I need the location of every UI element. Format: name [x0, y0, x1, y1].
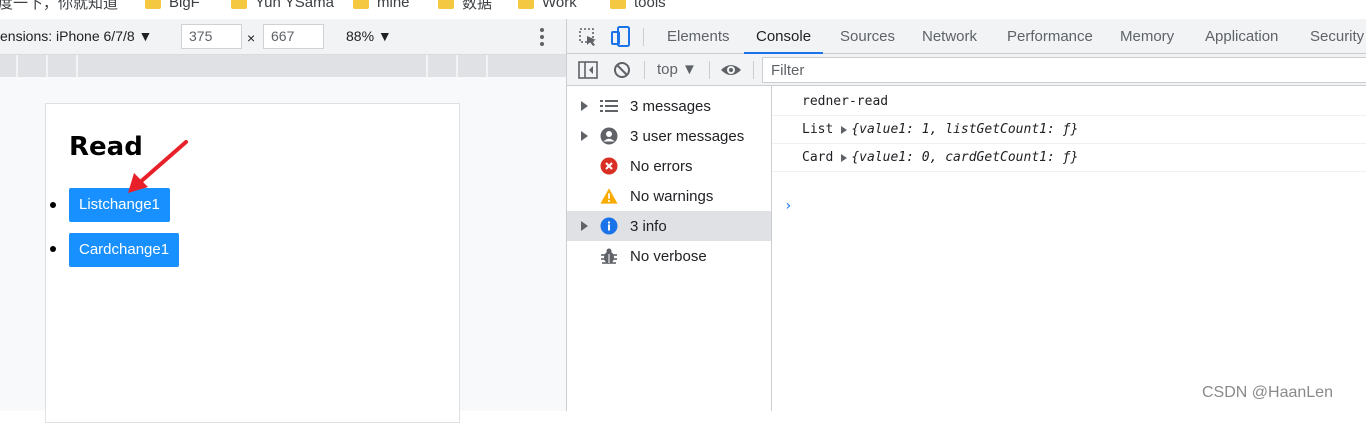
ruler-divider: [16, 55, 18, 77]
folder-icon: [610, 0, 626, 9]
expand-arrow-icon[interactable]: [841, 125, 848, 134]
ruler-divider: [426, 55, 428, 77]
list-bullet: [50, 246, 56, 252]
list-bullet: [50, 202, 56, 208]
folder-icon: [145, 0, 161, 9]
toolbar-separator: [644, 61, 645, 79]
context-selector[interactable]: top ▼: [657, 61, 697, 78]
sidebar-item-label: 3 messages: [630, 97, 711, 115]
ruler-divider: [486, 55, 488, 77]
sidebar-item-info[interactable]: 3 info: [567, 211, 771, 241]
device-select[interactable]: ensions: iPhone 6/7/8 ▼: [0, 28, 152, 44]
sidebar-toggle-icon[interactable]: [578, 61, 598, 82]
bookmark-folder[interactable]: tools: [610, 0, 666, 12]
sidebar-item-label: 3 info: [630, 217, 667, 235]
tab-memory[interactable]: Memory: [1108, 19, 1186, 54]
sidebar-item-errors[interactable]: No errors: [567, 151, 771, 181]
clear-console-icon[interactable]: [613, 61, 631, 82]
console-message[interactable]: redner-read: [772, 88, 1366, 116]
emulated-page: Read Listchange1 Cardchange1: [45, 103, 460, 423]
bookmark-label: BigF: [169, 0, 200, 11]
kebab-icon[interactable]: [536, 27, 548, 47]
watermark: CSDN @HaanLen: [1202, 384, 1333, 401]
folder-icon: [231, 0, 247, 9]
inspect-icon[interactable]: [578, 27, 598, 50]
tab-elements[interactable]: Elements: [655, 19, 742, 54]
expand-arrow-icon[interactable]: [581, 131, 588, 141]
sidebar-item-user-messages[interactable]: 3 user messages: [567, 121, 771, 151]
folder-icon: [518, 0, 534, 9]
tab-console[interactable]: Console: [744, 19, 824, 54]
tab-performance[interactable]: Performance: [995, 19, 1105, 54]
error-icon: [600, 157, 618, 175]
device-viewport: Read Listchange1 Cardchange1: [0, 77, 566, 423]
width-input[interactable]: 375: [181, 24, 242, 49]
expand-arrow-icon[interactable]: [581, 221, 588, 231]
log-object[interactable]: {value1: 1, listGetCount1: ƒ}: [851, 122, 1078, 137]
console-toolbar: top ▼ Filter: [567, 54, 1366, 86]
tab-application[interactable]: Application: [1193, 19, 1290, 54]
tab-security[interactable]: Security: [1298, 19, 1366, 54]
bookmark-label: Work: [542, 0, 577, 11]
eye-icon[interactable]: [720, 61, 742, 82]
sidebar-item-warnings[interactable]: No warnings: [567, 181, 771, 211]
expand-arrow-icon[interactable]: [581, 101, 588, 111]
bookmarks-bar: 度一下，你就知道 BigF Yun YSama mine 数据 Work too…: [0, 0, 1366, 19]
ruler-divider: [46, 55, 48, 77]
filter-input[interactable]: Filter: [762, 57, 1366, 83]
bookmark-label: 数据: [462, 0, 493, 12]
bookmark-folder[interactable]: mine: [353, 0, 410, 12]
bookmark-label: tools: [634, 0, 666, 11]
info-icon: [600, 217, 618, 235]
times-sign: ×: [247, 30, 256, 46]
expand-arrow-icon[interactable]: [841, 153, 848, 162]
bookmark-folder[interactable]: BigF: [145, 0, 200, 12]
list-icon: [600, 97, 618, 115]
tab-network[interactable]: Network: [910, 19, 989, 54]
height-input[interactable]: 667: [263, 24, 324, 49]
bookmark-item[interactable]: 度一下，你就知道: [0, 0, 118, 12]
device-toolbar: ensions: iPhone 6/7/8 ▼ 375 × 667 88% ▼: [0, 19, 566, 55]
cardchange-button[interactable]: Cardchange1: [69, 233, 180, 267]
console-output: redner-read List {value1: 1, listGetCoun…: [772, 86, 1366, 411]
device-toggle-icon[interactable]: [611, 26, 631, 51]
bookmark-label: Yun YSama: [255, 0, 334, 11]
toolbar-separator: [643, 28, 644, 46]
user-icon: [600, 127, 618, 145]
log-text: List: [802, 122, 834, 137]
bookmark-folder[interactable]: Yun YSama: [231, 0, 334, 12]
console-sidebar: 3 messages 3 user messages No errors No …: [567, 86, 772, 411]
sidebar-item-verbose[interactable]: No verbose: [567, 241, 771, 271]
ruler-divider: [76, 55, 78, 77]
bookmark-folder[interactable]: 数据: [438, 0, 492, 12]
console-prompt[interactable]: ›: [784, 198, 792, 214]
zoom-select[interactable]: 88% ▼: [346, 28, 392, 44]
sidebar-item-label: No verbose: [630, 247, 707, 265]
devtools-tab-bar: Elements Console Sources Network Perform…: [567, 19, 1366, 54]
ruler-divider: [456, 55, 458, 77]
sidebar-item-messages[interactable]: 3 messages: [567, 91, 771, 121]
devtools-panel: Elements Console Sources Network Perform…: [566, 19, 1366, 411]
folder-icon: [353, 0, 369, 9]
folder-icon: [438, 0, 454, 9]
bookmark-folder[interactable]: Work: [518, 0, 577, 12]
sidebar-item-label: 3 user messages: [630, 127, 745, 145]
console-message[interactable]: Card {value1: 0, cardGetCount1: ƒ}: [772, 144, 1366, 172]
console-message[interactable]: List {value1: 1, listGetCount1: ƒ}: [772, 116, 1366, 144]
bookmark-label: mine: [377, 0, 410, 11]
toolbar-separator: [753, 61, 754, 79]
log-text: Card: [802, 150, 834, 165]
media-query-ruler[interactable]: [0, 55, 566, 77]
sidebar-item-label: No errors: [630, 157, 693, 175]
sidebar-item-label: No warnings: [630, 187, 714, 205]
log-object[interactable]: {value1: 0, cardGetCount1: ƒ}: [851, 150, 1078, 165]
log-text: redner-read: [802, 94, 889, 109]
warning-icon: [600, 187, 618, 205]
bookmark-label: 度一下，你就知道: [0, 0, 119, 12]
red-arrow-icon: [128, 140, 188, 193]
bug-icon: [600, 247, 618, 265]
toolbar-separator: [709, 61, 710, 79]
tab-sources[interactable]: Sources: [828, 19, 907, 54]
